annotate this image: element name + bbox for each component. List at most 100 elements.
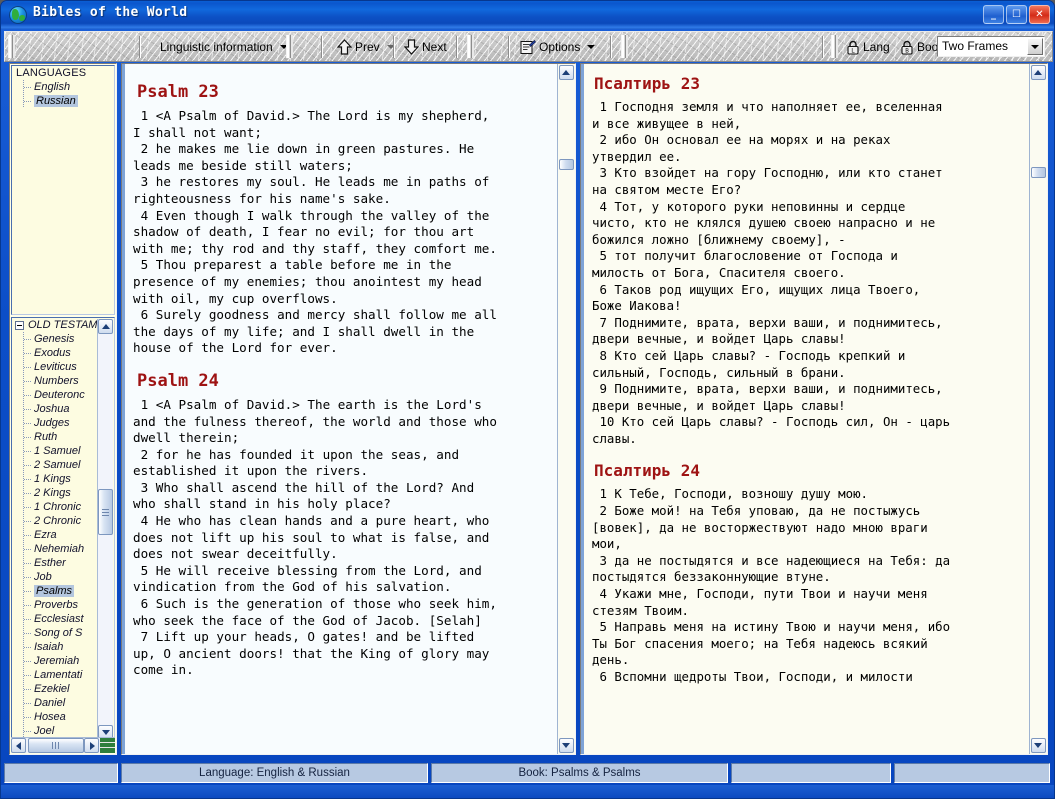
- book-item-14[interactable]: Ezra: [12, 528, 97, 542]
- book-item-15[interactable]: Nehemiah: [12, 542, 97, 556]
- book-item-label: Lamentati: [34, 669, 83, 681]
- language-item-1[interactable]: Russian: [12, 94, 114, 108]
- toolbar-grip-1[interactable]: [8, 35, 15, 58]
- book-item-16[interactable]: Esther: [12, 556, 97, 570]
- english-text-pane[interactable]: Psalm 23 1 <A Psalm of David.> The Lord …: [121, 63, 576, 755]
- application-window: Bibles of the World _ ☐ ✕ Linguistic inf…: [0, 0, 1055, 799]
- scroll-up-button[interactable]: [98, 319, 113, 334]
- scroll-right-button[interactable]: [84, 738, 99, 753]
- tree-branch-icon: [23, 374, 32, 388]
- toolbar-grip-4[interactable]: [621, 35, 628, 58]
- russian-chapter-1-verses: 1 Господня земля и что наполняет ее, все…: [592, 99, 951, 446]
- book-item-6[interactable]: Judges: [12, 416, 97, 430]
- hscroll-thumb[interactable]: [28, 738, 84, 753]
- book-item-28[interactable]: Joel: [12, 724, 97, 738]
- scroll-thumb[interactable]: [98, 489, 113, 535]
- book-item-label: Nehemiah: [34, 543, 85, 555]
- globe-icon: [9, 6, 27, 24]
- book-item-3[interactable]: Numbers: [12, 374, 97, 388]
- scroll-left-button[interactable]: [11, 738, 26, 753]
- frames-mode-select[interactable]: Two Frames: [937, 36, 1045, 57]
- book-item-label: Song of S: [34, 627, 83, 639]
- toolbar-separator-1: [139, 36, 141, 58]
- books-tree[interactable]: OLD TESTAM Genesis Exodus Leviticus Numbers…: [11, 317, 115, 742]
- languages-tree[interactable]: LANGUAGES English Russian: [11, 65, 115, 315]
- minimize-button[interactable]: _: [983, 5, 1004, 24]
- navigation-pane: LANGUAGES English Russian OLD TESTAM Gene…: [9, 63, 117, 755]
- book-item-10[interactable]: 1 Kings: [12, 472, 97, 486]
- book-item-9[interactable]: 2 Samuel: [12, 458, 97, 472]
- lang-lock-button[interactable]: L Lang: [841, 35, 895, 59]
- scroll-down-button[interactable]: [1031, 738, 1046, 753]
- book-item-label: Hosea: [34, 711, 66, 723]
- book-item-24[interactable]: Lamentati: [12, 668, 97, 682]
- options-button[interactable]: Options: [515, 35, 600, 59]
- book-item-4[interactable]: Deuteronc: [12, 388, 97, 402]
- toolbar-grip-2[interactable]: [286, 35, 293, 58]
- linguistic-information-dropdown[interactable]: Linguistic information: [155, 35, 288, 59]
- scroll-up-button[interactable]: [1031, 65, 1046, 80]
- book-item-7[interactable]: Ruth: [12, 430, 97, 444]
- book-item-2[interactable]: Leviticus: [12, 360, 97, 374]
- toolbar: Linguistic information Prev Next Options…: [4, 31, 1053, 62]
- next-button[interactable]: Next: [399, 35, 452, 59]
- maximize-button[interactable]: ☐: [1006, 5, 1027, 24]
- scroll-down-button[interactable]: [559, 738, 574, 753]
- tree-branch-icon: [23, 696, 32, 710]
- book-item-25[interactable]: Ezekiel: [12, 682, 97, 696]
- book-item-label: Numbers: [34, 375, 79, 387]
- close-button[interactable]: ✕: [1029, 5, 1050, 24]
- svg-text:L: L: [851, 47, 855, 54]
- book-item-20[interactable]: Ecclesiast: [12, 612, 97, 626]
- tree-branch-icon: [23, 346, 32, 360]
- toolbar-grip-3[interactable]: [467, 35, 474, 58]
- book-item-22[interactable]: Isaiah: [12, 640, 97, 654]
- tree-branch-icon: [23, 500, 32, 514]
- book-item-17[interactable]: Job: [12, 570, 97, 584]
- book-item-19[interactable]: Proverbs: [12, 598, 97, 612]
- toolbar-grip-5[interactable]: [831, 35, 838, 58]
- book-item-label: 2 Chronic: [34, 515, 82, 527]
- book-item-label: Psalms: [34, 585, 75, 597]
- book-item-23[interactable]: Jeremiah: [12, 654, 97, 668]
- language-item-0[interactable]: English: [12, 80, 114, 94]
- language-item-label: English: [34, 81, 71, 93]
- title-bar[interactable]: Bibles of the World _ ☐ ✕: [1, 1, 1054, 29]
- book-item-21[interactable]: Song of S: [12, 626, 97, 640]
- english-pane-scrollbar[interactable]: [557, 64, 575, 754]
- book-item-0[interactable]: Genesis: [12, 332, 97, 346]
- scroll-thumb[interactable]: [559, 159, 574, 170]
- russian-text-pane[interactable]: Псалтирь 23 1 Господня земля и что напол…: [580, 63, 1048, 755]
- book-item-12[interactable]: 1 Chronic: [12, 500, 97, 514]
- thumb-grip-icon: [102, 509, 109, 516]
- book-item-5[interactable]: Joshua: [12, 402, 97, 416]
- russian-pane-scrollbar[interactable]: [1029, 64, 1047, 754]
- tree-branch-icon: [23, 570, 32, 584]
- tree-branch-icon: [23, 724, 32, 738]
- book-item-27[interactable]: Hosea: [12, 710, 97, 724]
- tree-branch-icon: [23, 416, 32, 430]
- book-item-13[interactable]: 2 Chronic: [12, 514, 97, 528]
- book-item-label: Judges: [34, 417, 70, 429]
- prev-button[interactable]: Prev: [332, 35, 400, 59]
- book-item-label: 1 Chronic: [34, 501, 82, 513]
- book-item-8[interactable]: 1 Samuel: [12, 444, 97, 458]
- thumb-grip-icon: [52, 742, 61, 749]
- scroll-up-button[interactable]: [559, 65, 574, 80]
- book-item-1[interactable]: Exodus: [12, 346, 97, 360]
- status-panel-3: [731, 763, 891, 783]
- book-item-18[interactable]: Psalms: [12, 584, 97, 598]
- books-tree-vertical-scrollbar[interactable]: [97, 319, 113, 740]
- window-bottom-edge: [1, 785, 1054, 798]
- tree-branch-icon: [23, 402, 32, 416]
- next-label: Next: [422, 40, 447, 54]
- resize-grip[interactable]: [100, 738, 115, 753]
- window-title: Bibles of the World: [33, 5, 188, 20]
- chevron-down-icon[interactable]: [1027, 38, 1043, 55]
- svg-text:B: B: [905, 47, 909, 54]
- collapse-toggle-icon[interactable]: [15, 321, 24, 330]
- scroll-thumb[interactable]: [1031, 167, 1046, 178]
- tree-branch-icon: [23, 598, 32, 612]
- book-item-26[interactable]: Daniel: [12, 696, 97, 710]
- book-item-11[interactable]: 2 Kings: [12, 486, 97, 500]
